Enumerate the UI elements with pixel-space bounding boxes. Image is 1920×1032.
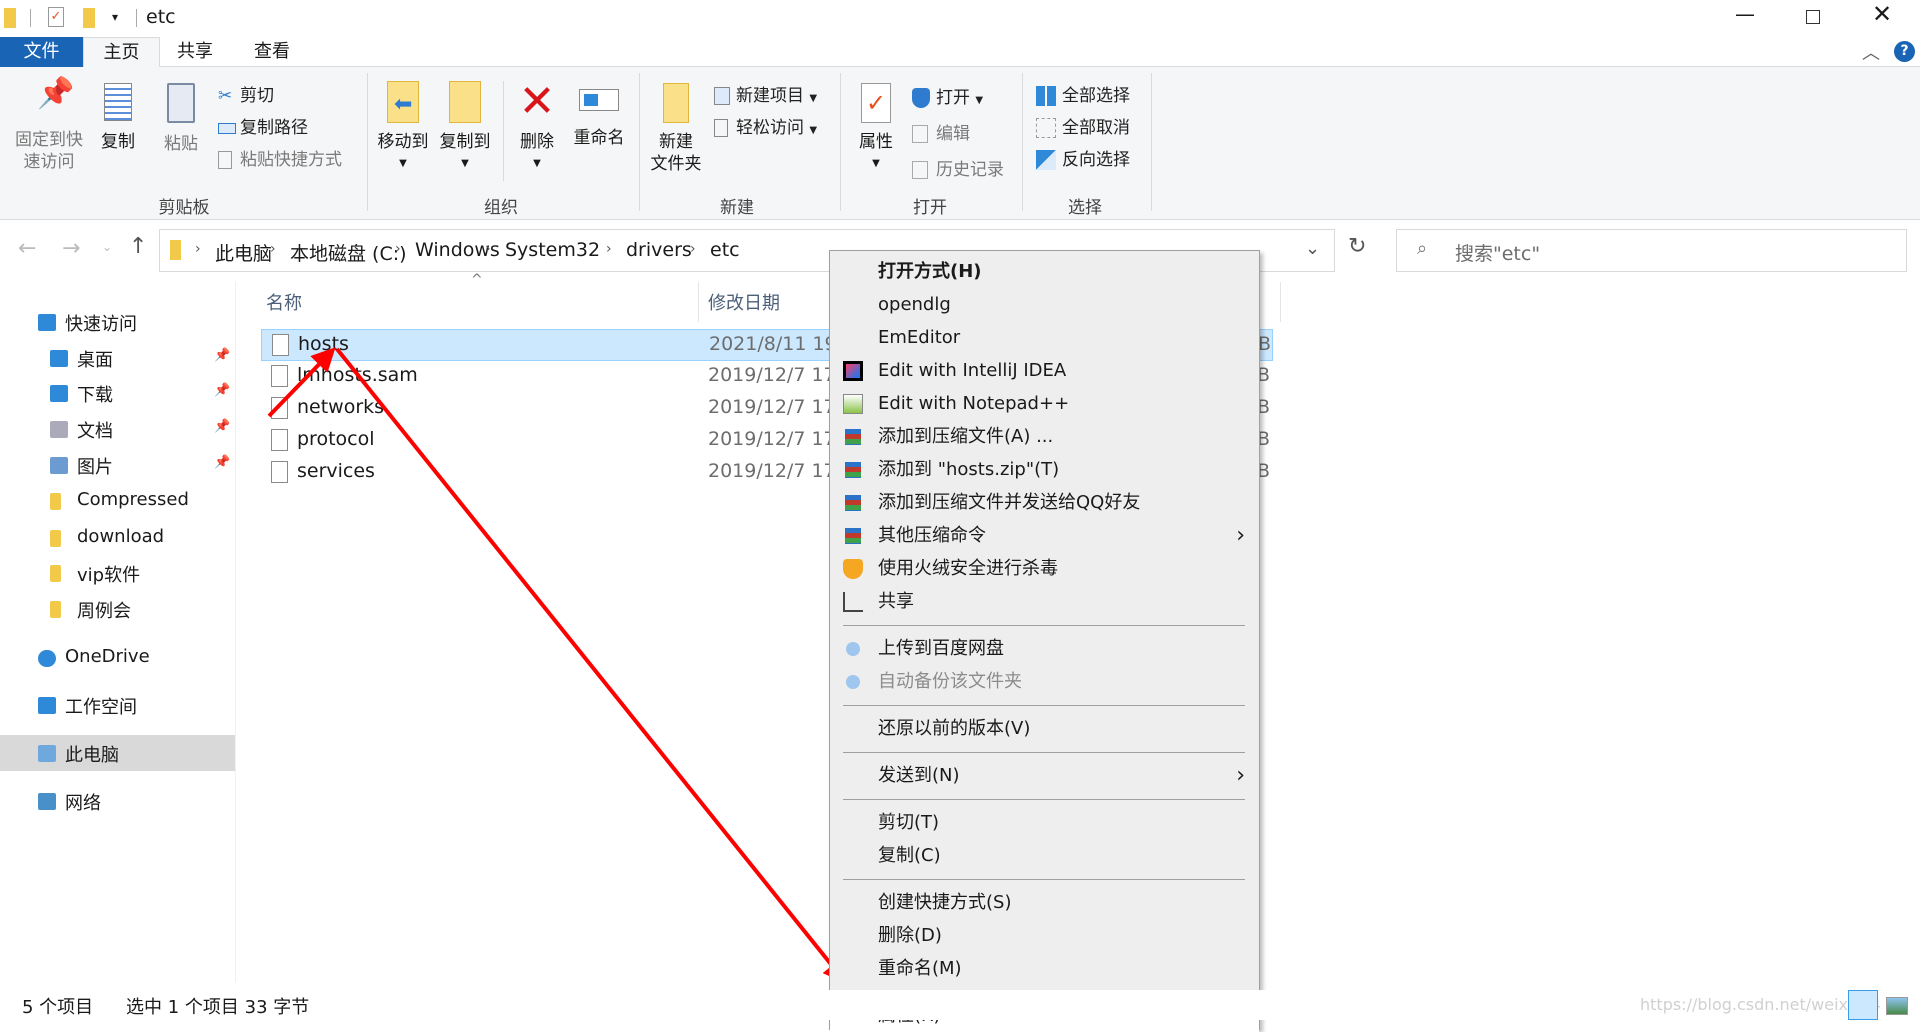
menu-item-label: 复制(C) bbox=[878, 845, 941, 866]
menu-item[interactable]: 自动备份该文件夹 bbox=[830, 665, 1259, 698]
arrow-to-hosts bbox=[267, 347, 336, 418]
menu-separator bbox=[843, 625, 1245, 626]
menu-item[interactable]: 复制(C) bbox=[830, 839, 1259, 872]
menu-item[interactable]: 删除(D) bbox=[830, 919, 1259, 952]
menu-item[interactable]: 添加到 "hosts.zip"(T) bbox=[830, 453, 1259, 486]
large-icons-view-button[interactable] bbox=[1886, 997, 1908, 1015]
notepadpp-icon bbox=[843, 394, 863, 414]
chevron-right-icon: › bbox=[1236, 523, 1245, 548]
menu-item-label: 还原以前的版本(V) bbox=[878, 718, 1031, 739]
menu-item[interactable]: 添加到压缩文件(A) ... bbox=[830, 420, 1259, 453]
menu-item-label: 上传到百度网盘 bbox=[878, 638, 1004, 659]
menu-item[interactable]: 上传到百度网盘 bbox=[830, 632, 1259, 665]
menu-item-label: EmEditor bbox=[878, 327, 961, 348]
menu-item-label: 发送到(N) bbox=[878, 765, 960, 786]
menu-item[interactable]: 创建快捷方式(S) bbox=[830, 886, 1259, 919]
menu-item[interactable]: 使用火绒安全进行杀毒 bbox=[830, 552, 1259, 585]
intellij-icon bbox=[843, 361, 863, 381]
menu-item-label: 使用火绒安全进行杀毒 bbox=[878, 558, 1058, 579]
winrar-icon bbox=[845, 462, 861, 478]
share-icon bbox=[843, 592, 863, 612]
menu-item-label: 打开方式(H) bbox=[878, 261, 982, 282]
menu-separator bbox=[843, 705, 1245, 706]
menu-item-label: 添加到 "hosts.zip"(T) bbox=[878, 459, 1060, 480]
item-count: 5 个项目 bbox=[22, 997, 94, 1018]
menu-item[interactable]: 添加到压缩文件并发送给QQ好友 bbox=[830, 486, 1259, 519]
winrar-icon bbox=[845, 429, 861, 445]
menu-item[interactable]: 剪切(T) bbox=[830, 806, 1259, 839]
menu-item[interactable]: opendlg bbox=[830, 288, 1259, 321]
menu-item-label: 创建快捷方式(S) bbox=[878, 892, 1012, 913]
winrar-icon bbox=[845, 495, 861, 511]
menu-item-label: 剪切(T) bbox=[878, 812, 940, 833]
menu-item-label: 添加到压缩文件(A) ... bbox=[878, 426, 1054, 447]
menu-item[interactable]: 共享 bbox=[830, 585, 1259, 618]
menu-separator bbox=[843, 752, 1245, 753]
context-menu: 打开方式(H) opendlg EmEditor Edit with IntelliJ… bbox=[829, 250, 1260, 1032]
menu-item[interactable]: Edit with Notepad++ bbox=[830, 387, 1259, 420]
menu-item-label: 其他压缩命令 bbox=[878, 525, 986, 546]
menu-separator bbox=[843, 879, 1245, 880]
watermark: https://blog.csdn.net/weixin_4 bbox=[1640, 995, 1881, 1014]
menu-item-label: 自动备份该文件夹 bbox=[878, 671, 1022, 692]
menu-item[interactable]: Edit with IntelliJ IDEA bbox=[830, 354, 1259, 387]
status-bar: 5 个项目 选中 1 个项目 33 字节 https://blog.csdn.n… bbox=[0, 990, 1920, 1020]
menu-item-label: Edit with Notepad++ bbox=[878, 393, 1070, 414]
menu-item[interactable]: EmEditor bbox=[830, 321, 1259, 354]
arrow-to-properties bbox=[335, 347, 848, 985]
details-view-button[interactable] bbox=[1848, 990, 1878, 1020]
menu-item[interactable]: 重命名(M) bbox=[830, 952, 1259, 985]
menu-item-label: 重命名(M) bbox=[878, 958, 962, 979]
menu-item-label: Edit with IntelliJ IDEA bbox=[878, 360, 1067, 381]
menu-item[interactable]: 发送到(N) › bbox=[830, 759, 1259, 792]
menu-separator bbox=[843, 799, 1245, 800]
selection-info: 选中 1 个项目 33 字节 bbox=[126, 997, 310, 1018]
baidu-cloud-icon bbox=[846, 675, 860, 689]
menu-item[interactable]: 打开方式(H) bbox=[830, 255, 1259, 288]
chevron-right-icon: › bbox=[1236, 763, 1245, 788]
baidu-cloud-icon bbox=[846, 642, 860, 656]
menu-item-label: 删除(D) bbox=[878, 925, 942, 946]
menu-item-label: opendlg bbox=[878, 294, 951, 315]
menu-item-label: 添加到压缩文件并发送给QQ好友 bbox=[878, 492, 1141, 513]
menu-item[interactable]: 还原以前的版本(V) bbox=[830, 712, 1259, 745]
winrar-icon bbox=[845, 528, 861, 544]
menu-item[interactable]: 其他压缩命令 › bbox=[830, 519, 1259, 552]
menu-item-label: 共享 bbox=[878, 591, 914, 612]
huorong-shield-icon bbox=[843, 559, 863, 579]
